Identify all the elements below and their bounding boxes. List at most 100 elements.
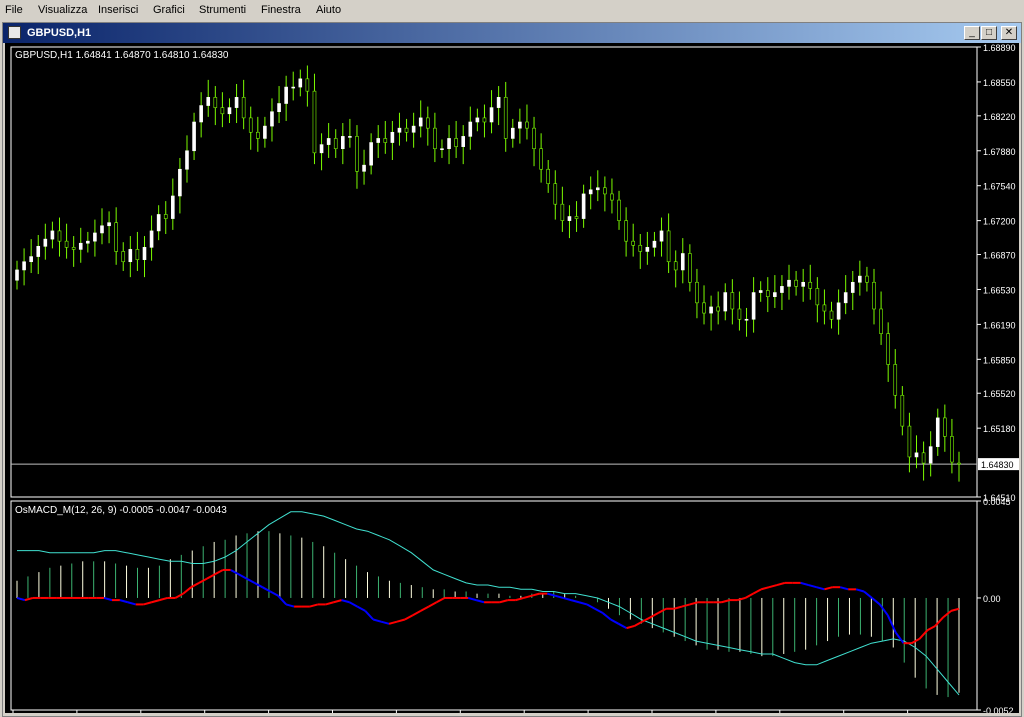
menu-finestra[interactable]: Finestra	[261, 4, 301, 16]
candle-body	[730, 292, 735, 310]
candle-body	[78, 242, 83, 250]
candle-body	[425, 117, 430, 129]
candle-body	[135, 249, 140, 260]
candle-body	[652, 240, 657, 248]
candle-body	[397, 127, 402, 133]
candle-body	[850, 281, 855, 293]
chart-canvas[interactable]: GBPUSD,H1 1.64841 1.64870 1.64810 1.6483…	[5, 43, 1019, 713]
candle-body	[659, 230, 664, 242]
candle-body	[270, 111, 274, 127]
candle-body	[865, 275, 869, 283]
candle-body	[858, 275, 862, 283]
candle-body	[518, 121, 522, 129]
candle-body	[256, 131, 260, 139]
candle-body	[178, 168, 182, 197]
candle-body	[100, 225, 104, 234]
candle-body	[192, 121, 196, 152]
candle-body	[737, 308, 742, 320]
candle-body	[341, 136, 345, 150]
candle-body	[128, 249, 133, 263]
candle-body	[567, 216, 572, 221]
candle-body	[369, 142, 373, 166]
candle-body	[907, 425, 912, 458]
candle-body	[121, 251, 126, 263]
candle-body	[156, 214, 161, 232]
candle-body	[362, 164, 366, 172]
candle-body	[822, 304, 827, 312]
candle-body	[348, 136, 352, 138]
candle-body	[355, 136, 359, 172]
candle-body	[553, 183, 558, 205]
price-tick-label: 1.67200	[983, 217, 1016, 227]
candle-body	[482, 117, 487, 123]
candle-body	[376, 138, 381, 143]
candle-body	[57, 230, 62, 242]
candle-body	[440, 148, 444, 151]
candle-body	[241, 97, 246, 119]
candle-body	[546, 168, 551, 184]
menu-aiuto[interactable]: Aiuto	[316, 4, 341, 16]
candle-body	[624, 220, 628, 242]
candle-body	[666, 230, 671, 263]
candle-body	[900, 394, 905, 427]
candle-body	[71, 247, 76, 250]
menu-inserisci[interactable]: Inserisci	[98, 4, 138, 16]
candle-body	[433, 127, 437, 150]
menu-file[interactable]: File	[5, 4, 23, 16]
chart-window: GBPUSD,H1 _ □ ✕ GBPUSD,H1 1.64841 1.6487…	[2, 22, 1022, 717]
candle-body	[808, 281, 813, 289]
candle-body	[185, 150, 189, 170]
candle-body	[631, 240, 635, 246]
price-tick-label: 1.67880	[983, 147, 1016, 157]
candle-body	[291, 86, 296, 89]
candle-body	[801, 281, 805, 287]
candle-body	[680, 253, 685, 271]
candle-body	[142, 247, 147, 260]
candle-body	[581, 193, 586, 219]
candle-body	[709, 306, 713, 314]
chart-background	[5, 43, 1019, 713]
price-tick-label: 1.67540	[983, 182, 1016, 192]
candle-body	[638, 244, 643, 252]
candle-body	[475, 117, 480, 123]
candle-body	[447, 138, 451, 150]
close-button[interactable]: ✕	[1001, 26, 1017, 40]
maximize-button[interactable]: □	[981, 26, 997, 40]
candle-body	[815, 288, 820, 306]
candle-body	[723, 292, 728, 312]
price-tick-label: 1.65180	[983, 424, 1016, 434]
candle-body	[886, 333, 890, 365]
minimize-button[interactable]: _	[964, 26, 980, 40]
menu-grafici[interactable]: Grafici	[153, 4, 185, 16]
candle-body	[326, 138, 331, 145]
candle-body	[489, 107, 494, 123]
candle-body	[305, 78, 310, 92]
candle-body	[298, 78, 303, 88]
candle-body	[461, 136, 466, 147]
candle-body	[263, 125, 267, 139]
candle-body	[149, 230, 154, 248]
price-chart-title: GBPUSD,H1 1.64841 1.64870 1.64810 1.6483…	[15, 50, 229, 61]
candle-body	[914, 452, 919, 458]
candle-body	[928, 446, 933, 464]
price-tick-label: 1.68890	[983, 43, 1016, 53]
candle-body	[503, 97, 508, 139]
menu-visualizza[interactable]: Visualizza	[38, 4, 87, 16]
candle-body	[454, 138, 458, 147]
window-title-bar[interactable]: GBPUSD,H1 _ □ ✕	[3, 23, 1021, 43]
menu-strumenti[interactable]: Strumenti	[199, 4, 246, 16]
candle-body	[411, 125, 416, 133]
candle-body	[780, 286, 784, 293]
price-tick-label: 1.66530	[983, 285, 1016, 295]
candle-body	[525, 121, 529, 129]
candle-body	[50, 230, 55, 240]
candle-body	[574, 216, 579, 219]
candle-body	[248, 117, 253, 133]
candle-body	[794, 279, 798, 287]
price-tick-label: 1.66870	[983, 251, 1016, 261]
candle-body	[496, 97, 501, 108]
candle-body	[872, 281, 876, 310]
candle-body	[199, 105, 203, 123]
candle-body	[163, 214, 168, 219]
candle-body	[702, 302, 706, 314]
